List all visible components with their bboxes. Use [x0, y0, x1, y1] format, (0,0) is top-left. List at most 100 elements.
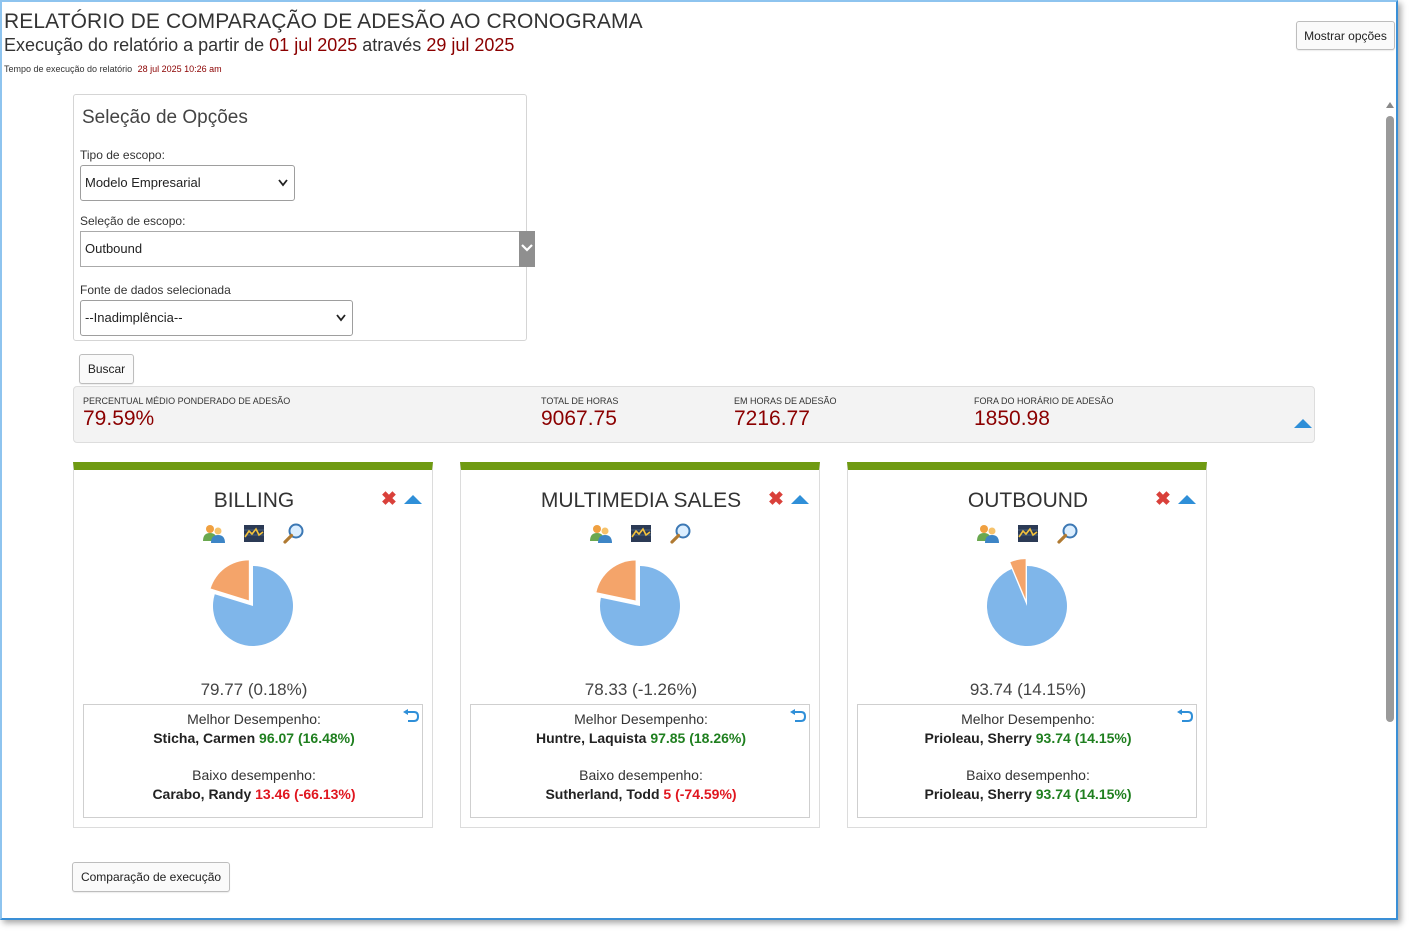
chevron-down-icon: [336, 301, 346, 349]
start-date: 01 jul 2025: [269, 35, 358, 55]
scope-selection-label: Seleção de escopo:: [80, 214, 186, 228]
performance-box: Melhor Desempenho: Sticha, Carmen 96.07 …: [83, 704, 423, 818]
report-window: RELATÓRIO DE COMPARAÇÃO DE ADESÃO AO CRO…: [0, 0, 1398, 920]
metric-value: 7216.77: [734, 407, 810, 430]
metric-label: PERCENTUAL MÉDIO PONDERADO DE ADESÃO: [83, 396, 291, 406]
close-icon[interactable]: ✖: [768, 490, 784, 509]
card-title: MULTIMEDIA SALES: [540, 489, 742, 512]
card-title: OUTBOUND: [967, 489, 1089, 512]
chevron-down-icon: [278, 166, 288, 214]
scope-type-label: Tipo de escopo:: [80, 148, 165, 162]
worst-performer: Prioleau, Sherry 93.74 (14.15%): [858, 786, 1198, 802]
team-icon[interactable]: [589, 522, 613, 546]
scope-type-value: Modelo Empresarial: [85, 175, 201, 190]
worst-performer-value: 93.74 (14.15%): [1035, 786, 1132, 802]
worst-performer-label: Baixo desempenho:: [966, 767, 1090, 783]
worst-performer-value: 5 (-74.59%): [663, 786, 737, 802]
scope-card: MULTIMEDIA SALES ✖ 78.33 (-1.26%) Melhor…: [460, 462, 820, 828]
metric-value: 9067.75: [541, 407, 617, 430]
worst-performer: Sutherland, Todd 5 (-74.59%): [471, 786, 811, 802]
data-source-value: --Inadimplência--: [85, 310, 183, 325]
best-performer-value: 96.07 (16.48%): [259, 730, 355, 746]
adherence-pie: [596, 560, 680, 646]
scope-card: BILLING ✖ 79.77 (0.18%) Melhor Desempenh…: [73, 462, 433, 828]
scrollbar-thumb[interactable]: [1386, 116, 1394, 722]
summary-bar: PERCENTUAL MÉDIO PONDERADO DE ADESÃO 79.…: [73, 386, 1315, 443]
subtitle-mid: através: [362, 35, 422, 55]
worst-performer-name: Carabo, Randy: [152, 786, 252, 802]
worst-performer-value: 13.46 (-66.13%): [255, 786, 356, 802]
magnifier-icon[interactable]: [669, 522, 693, 546]
best-performer: Huntre, Laquista 97.85 (18.26%): [471, 730, 811, 746]
pie-slice-in-adherence: [986, 566, 1067, 646]
report-subtitle: Execução do relatório a partir de 01 jul…: [4, 35, 514, 56]
chart-icon[interactable]: [1016, 522, 1040, 546]
metric-label: FORA DO HORÁRIO DE ADESÃO: [974, 396, 1114, 406]
best-performer-value: 93.74 (14.15%): [1035, 730, 1132, 746]
performance-box: Melhor Desempenho: Prioleau, Sherry 93.7…: [857, 704, 1197, 818]
scope-selection-select[interactable]: Outbound: [80, 231, 535, 267]
collapse-icon[interactable]: [404, 495, 422, 504]
best-performer: Sticha, Carmen 96.07 (16.48%): [84, 730, 424, 746]
chevron-down-icon[interactable]: [519, 231, 535, 267]
close-icon[interactable]: ✖: [381, 490, 397, 509]
adherence-pie: [210, 560, 293, 646]
magnifier-icon[interactable]: [282, 522, 306, 546]
card-score: 78.33 (-1.26%): [584, 680, 698, 699]
collapse-icon[interactable]: [1294, 419, 1312, 428]
best-performer-label: Melhor Desempenho:: [574, 711, 708, 727]
collapse-icon[interactable]: [791, 495, 809, 504]
magnifier-icon[interactable]: [1056, 522, 1080, 546]
worst-performer-label: Baixo desempenho:: [579, 767, 703, 783]
metric-label: TOTAL DE HORAS: [541, 396, 619, 406]
metric-value: 79.59%: [83, 407, 155, 430]
best-performer-label: Melhor Desempenho:: [961, 711, 1095, 727]
best-performer-name: Huntre, Laquista: [535, 730, 647, 746]
compare-execution-button[interactable]: Comparação de execução: [72, 862, 230, 892]
best-performer-name: Sticha, Carmen: [153, 730, 256, 746]
worst-performer-name: Sutherland, Todd: [545, 786, 660, 802]
pie-slice-out-adherence: [210, 560, 249, 601]
metric-value: 1850.98: [974, 407, 1050, 430]
options-title: Seleção de Opções: [82, 107, 248, 128]
team-icon[interactable]: [202, 522, 226, 546]
scope-card: OUTBOUND ✖ 93.74 (14.15%) Melhor Desempe…: [847, 462, 1207, 828]
data-source-label: Fonte de dados selecionada: [80, 283, 231, 297]
collapse-icon[interactable]: [1178, 495, 1196, 504]
metric-out-of-adherence-hours: FORA DO HORÁRIO DE ADESÃO 1850.98: [974, 396, 1114, 431]
chart-icon[interactable]: [629, 522, 653, 546]
show-options-button[interactable]: Mostrar opções: [1296, 21, 1395, 50]
card-title: BILLING: [213, 489, 295, 512]
execution-time: Tempo de execução do relatório 28 jul 20…: [4, 64, 222, 74]
scope-type-select[interactable]: Modelo Empresarial: [80, 165, 295, 201]
execution-time-label: Tempo de execução do relatório: [4, 64, 133, 74]
pie-slice-out-adherence: [596, 560, 636, 601]
best-performer-label: Melhor Desempenho:: [187, 711, 321, 727]
card-score: 93.74 (14.15%): [969, 680, 1087, 699]
chart-icon[interactable]: [242, 522, 266, 546]
report-title: RELATÓRIO DE COMPARAÇÃO DE ADESÃO AO CRO…: [4, 10, 643, 33]
metric-label: EM HORAS DE ADESÃO: [734, 396, 837, 406]
card-score: 79.77 (0.18%): [200, 680, 308, 699]
team-icon[interactable]: [976, 522, 1000, 546]
subtitle-prefix: Execução do relatório a partir de: [4, 35, 265, 55]
adherence-pie: [986, 559, 1067, 646]
scope-selection-value: Outbound: [85, 241, 143, 256]
close-icon[interactable]: ✖: [1155, 490, 1171, 509]
best-performer-value: 97.85 (18.26%): [650, 730, 747, 746]
data-source-select[interactable]: --Inadimplência--: [80, 300, 353, 336]
scroll-up-icon[interactable]: [1386, 102, 1394, 108]
execution-time-value: 28 jul 2025 10:26 am: [137, 64, 222, 74]
best-performer: Prioleau, Sherry 93.74 (14.15%): [858, 730, 1198, 746]
worst-performer-label: Baixo desempenho:: [192, 767, 316, 783]
vertical-scrollbar[interactable]: [1384, 98, 1396, 918]
worst-performer: Carabo, Randy 13.46 (-66.13%): [84, 786, 424, 802]
end-date: 29 jul 2025: [426, 35, 515, 55]
metric-in-adherence-hours: EM HORAS DE ADESÃO 7216.77: [734, 396, 837, 431]
search-button[interactable]: Buscar: [79, 354, 134, 384]
best-performer-name: Prioleau, Sherry: [924, 730, 1032, 746]
performance-box: Melhor Desempenho: Huntre, Laquista 97.8…: [470, 704, 810, 818]
options-panel: Seleção de Opções Tipo de escopo: Modelo…: [73, 94, 535, 341]
metric-weighted-adherence: PERCENTUAL MÉDIO PONDERADO DE ADESÃO 79.…: [83, 396, 290, 431]
metric-total-hours: TOTAL DE HORAS 9067.75: [541, 396, 618, 431]
